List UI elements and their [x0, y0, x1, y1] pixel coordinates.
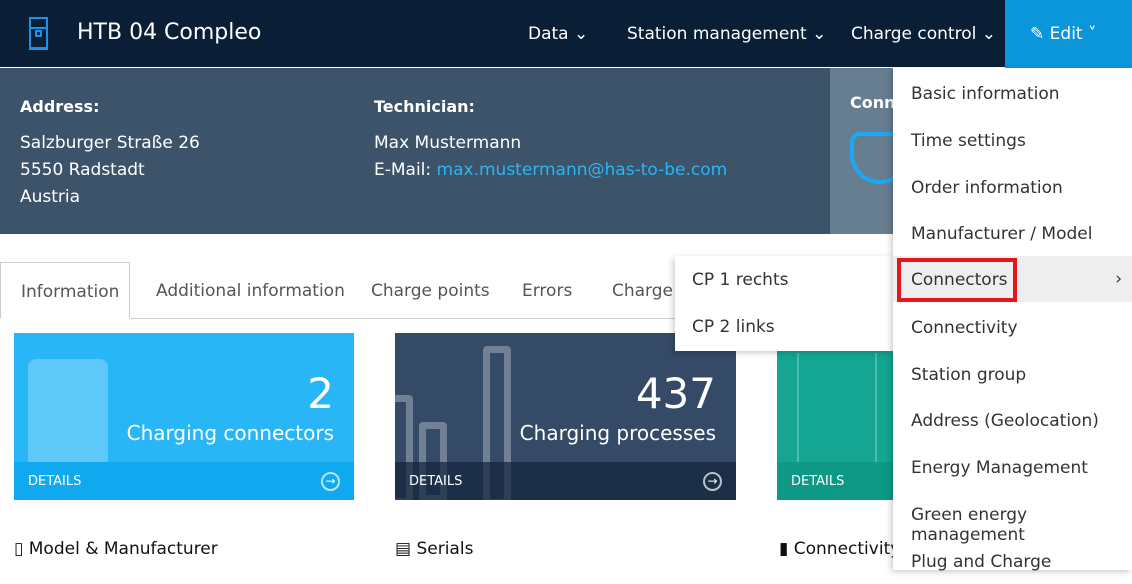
- plug-connector-icon: [850, 132, 893, 184]
- address-line: Austria: [20, 187, 81, 207]
- connectors-submenu: CP 1 rechts CP 2 links: [675, 256, 893, 351]
- menu-item-plug-and-charge[interactable]: Plug and Charge: [893, 538, 1132, 584]
- station-icon: ▯: [14, 539, 29, 559]
- sim-card-icon: ▮: [779, 539, 794, 559]
- edit-menu-button[interactable]: ✎ Edit ˅: [1005, 0, 1132, 68]
- tab-additional-information[interactable]: Additional information: [156, 262, 345, 319]
- address-label: Address:: [20, 97, 100, 116]
- menu-item-time-settings[interactable]: Time settings: [893, 117, 1132, 163]
- details-link[interactable]: DETAILS: [777, 462, 893, 500]
- card-charging-processes: 437 Charging processes DETAILS →: [395, 333, 736, 500]
- menu-item-basic-information[interactable]: Basic information: [893, 70, 1132, 116]
- connector-label: Conne: [850, 93, 893, 112]
- address-line: 5550 Radstadt: [20, 160, 145, 180]
- submenu-item-cp1[interactable]: CP 1 rechts: [692, 270, 788, 290]
- chevron-right-icon: ›: [1115, 269, 1122, 289]
- technician-label: Technician:: [374, 97, 475, 116]
- details-label: DETAILS: [791, 474, 845, 489]
- tab-charge-points[interactable]: Charge points: [371, 262, 490, 319]
- card-caption: Charging processes: [519, 421, 716, 445]
- station-info-panel: Address: Salzburger Straße 26 5550 Radst…: [0, 68, 830, 234]
- edit-label: Edit: [1049, 24, 1083, 44]
- card-value: 2: [307, 369, 334, 418]
- section-serials: ▤ Serials: [395, 539, 473, 559]
- technician-name: Max Mustermann: [374, 133, 522, 153]
- menu-item-connectors[interactable]: Connectors ›: [893, 256, 1132, 302]
- chevron-down-icon: ˅: [1082, 24, 1097, 44]
- address-line: Salzburger Straße 26: [20, 133, 200, 153]
- nav-data[interactable]: Data ⌄: [528, 24, 588, 44]
- tab-charge-log[interactable]: Charge l: [612, 262, 683, 319]
- section-title: Model & Manufacturer: [28, 539, 218, 559]
- section-title: Connectivity: [793, 539, 901, 559]
- details-link[interactable]: DETAILS →: [14, 462, 354, 500]
- arrow-right-circle-icon[interactable]: →: [321, 472, 340, 491]
- card-value: 437: [635, 369, 716, 418]
- section-model-manufacturer: ▯ Model & Manufacturer: [14, 539, 218, 559]
- details-link[interactable]: DETAILS →: [395, 462, 736, 500]
- email-link[interactable]: max.mustermann@has-to-be.com: [437, 160, 728, 180]
- details-label: DETAILS: [28, 474, 82, 489]
- card-caption: Charging connectors: [126, 421, 334, 445]
- arrow-right-circle-icon[interactable]: →: [703, 472, 722, 491]
- highlight-box: [897, 258, 1017, 302]
- charging-station-logo-icon: [29, 17, 48, 50]
- section-connectivity: ▮ Connectivity: [779, 539, 900, 559]
- edit-icon: ✎: [1030, 24, 1050, 44]
- details-label: DETAILS: [409, 474, 463, 489]
- menu-item-order-information[interactable]: Order information: [893, 164, 1132, 210]
- submenu-item-cp2[interactable]: CP 2 links: [692, 317, 775, 337]
- nav-charge-control[interactable]: Charge control ⌄: [851, 24, 996, 44]
- card-connectivity: DETAILS: [777, 333, 893, 500]
- menu-item-address-geolocation[interactable]: Address (Geolocation): [893, 397, 1132, 443]
- edit-dropdown-menu: Basic information Time settings Order in…: [893, 68, 1132, 572]
- station-title: HTB 04 Compleo: [77, 20, 262, 45]
- email-label: E-Mail:: [374, 160, 432, 180]
- comment-icon: ▤: [395, 539, 417, 559]
- connector-panel: Conne: [830, 68, 893, 234]
- menu-item-green-energy-management[interactable]: Green energy management: [893, 491, 1132, 545]
- tab-information[interactable]: Information: [0, 262, 130, 319]
- menu-item-manufacturer-model[interactable]: Manufacturer / Model: [893, 210, 1132, 256]
- card-charging-connectors: 2 Charging connectors DETAILS →: [14, 333, 354, 500]
- nav-station-management[interactable]: Station management ⌄: [627, 24, 826, 44]
- top-navbar: HTB 04 Compleo Data ⌄ Station management…: [0, 0, 1132, 68]
- section-title: Serials: [416, 539, 474, 559]
- menu-item-connectivity[interactable]: Connectivity: [893, 304, 1132, 350]
- menu-item-energy-management[interactable]: Energy Management: [893, 444, 1132, 490]
- menu-item-station-group[interactable]: Station group: [893, 351, 1132, 397]
- tab-errors[interactable]: Errors: [522, 262, 572, 319]
